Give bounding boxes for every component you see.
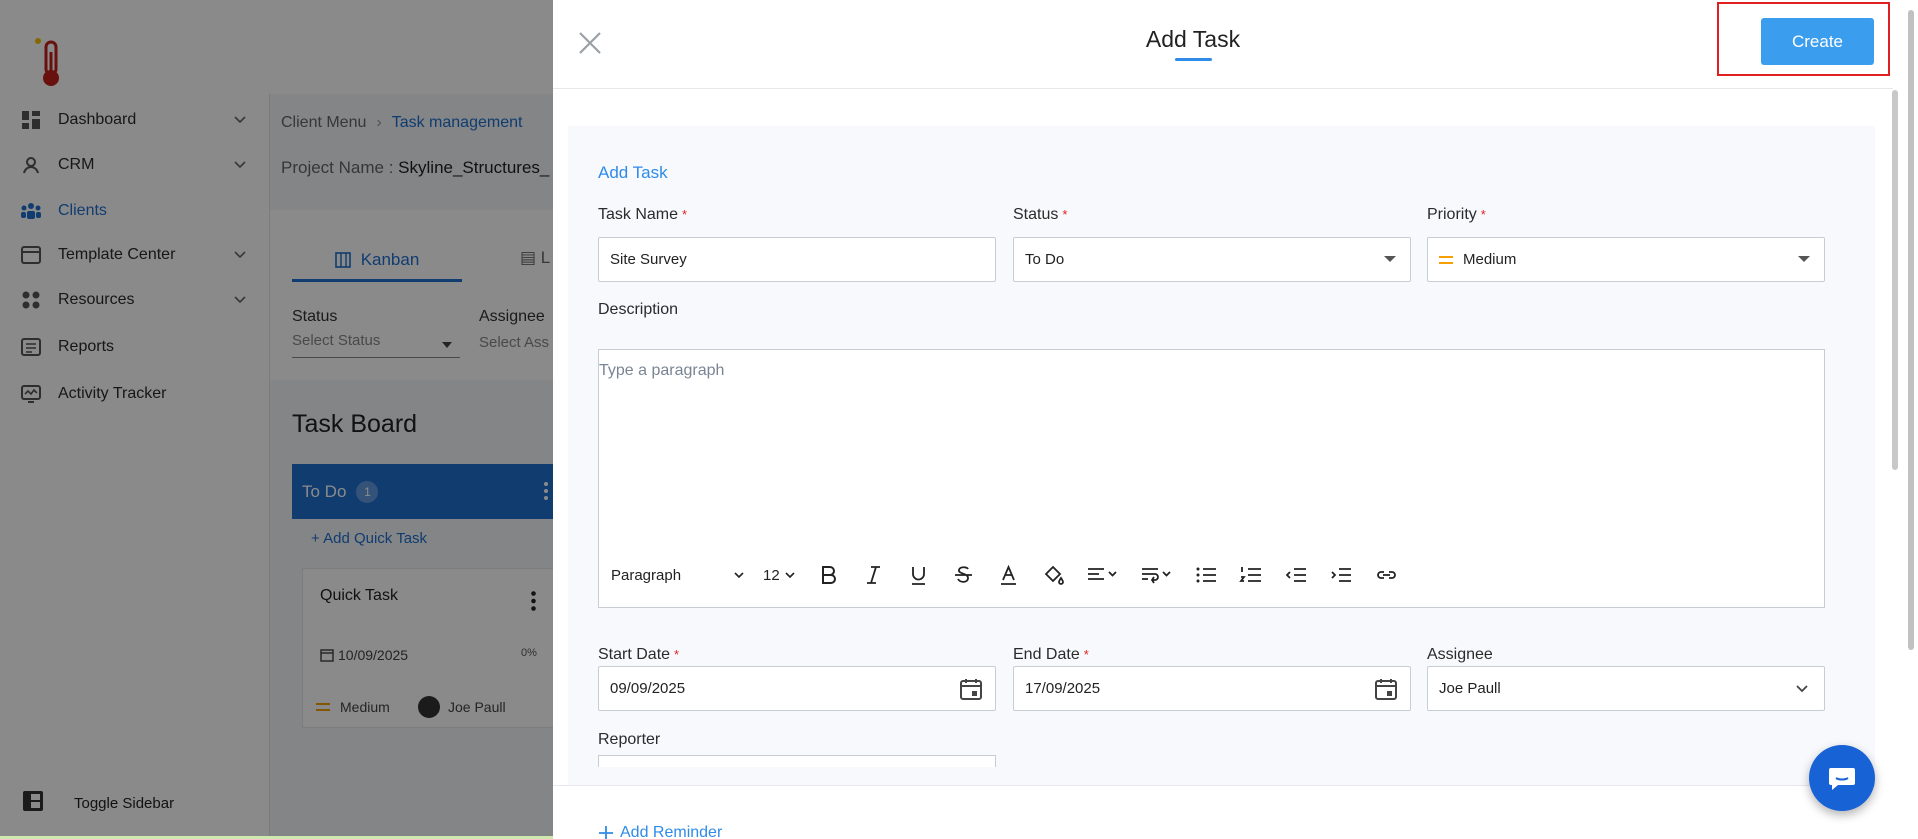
title-underline <box>1175 58 1212 61</box>
line-spacing-icon[interactable] <box>1140 564 1174 586</box>
chevron-down-icon <box>785 572 795 579</box>
font-size-label: 12 <box>763 566 780 584</box>
description-placeholder: Type a paragraph <box>599 362 725 379</box>
strikethrough-icon[interactable] <box>951 564 976 586</box>
description-editor[interactable]: Type a paragraph Paragraph 12 <box>598 349 1825 608</box>
description-label: Description <box>598 301 679 318</box>
underline-icon[interactable] <box>906 564 931 586</box>
required-asterisk: * <box>682 207 688 222</box>
highlight-color-icon[interactable] <box>1041 564 1066 586</box>
align-icon[interactable] <box>1086 564 1120 586</box>
paragraph-style-label: Paragraph <box>611 566 682 584</box>
footer-divider <box>553 785 1875 786</box>
paragraph-style-dropdown[interactable]: Paragraph <box>611 567 745 584</box>
reporter-label: Reporter <box>598 731 661 748</box>
required-asterisk: * <box>1480 207 1486 222</box>
editor-toolbar: Paragraph 12 <box>611 562 1419 588</box>
add-reminder-link[interactable]: Add Reminder <box>598 824 722 839</box>
modal-backdrop[interactable] <box>0 0 560 839</box>
numbered-list-icon[interactable] <box>1238 564 1264 586</box>
bullet-list-icon[interactable] <box>1194 564 1219 586</box>
task-name-label-text: Task Name <box>598 206 679 223</box>
italic-icon[interactable] <box>861 564 886 586</box>
assignee-value: Joe Paull <box>1439 680 1501 697</box>
add-reminder-label: Add Reminder <box>620 824 723 839</box>
bold-icon[interactable] <box>816 564 841 586</box>
priority-value: Medium <box>1463 251 1517 268</box>
start-date-value: 09/09/2025 <box>610 680 686 697</box>
form-scrollbar[interactable] <box>1892 90 1898 470</box>
status-label-text: Status <box>1013 206 1059 223</box>
drawer-header: Add Task Create <box>553 0 1893 89</box>
chat-button[interactable] <box>1809 745 1875 811</box>
status-select[interactable]: To Do <box>1013 237 1411 282</box>
start-date-label-text: Start Date <box>598 646 671 663</box>
caret-down-icon <box>1798 256 1810 262</box>
indent-icon[interactable] <box>1329 564 1354 586</box>
scrollbar-thumb[interactable] <box>1908 10 1914 650</box>
priority-label-text: Priority <box>1427 206 1477 223</box>
reporter-select[interactable] <box>598 755 996 767</box>
link-icon[interactable] <box>1374 564 1399 586</box>
end-date-label: End Date * <box>1013 646 1089 664</box>
task-name-value: Site Survey <box>610 251 687 268</box>
start-date-label: Start Date * <box>598 646 679 664</box>
add-task-drawer: Add Task Create Add Task Task Name * Site… <box>553 0 1918 839</box>
assignee-label: Assignee <box>1427 646 1493 663</box>
end-date-value: 17/09/2025 <box>1025 680 1101 697</box>
drawer-title: Add Task <box>1145 26 1241 52</box>
font-size-dropdown[interactable]: 12 <box>763 567 796 584</box>
caret-down-icon <box>1384 256 1396 262</box>
calendar-icon[interactable] <box>959 677 983 701</box>
chevron-down-icon <box>734 572 744 579</box>
calendar-icon[interactable] <box>1374 677 1398 701</box>
priority-select[interactable]: Medium <box>1427 237 1825 282</box>
status-value: To Do <box>1025 251 1065 268</box>
priority-label: Priority * <box>1427 206 1486 224</box>
section-title: Add Task <box>598 163 668 182</box>
create-button[interactable]: Create <box>1761 18 1874 65</box>
end-date-input[interactable]: 17/09/2025 <box>1013 666 1411 711</box>
required-asterisk: * <box>1083 647 1089 662</box>
plus-icon <box>599 826 613 839</box>
chat-icon <box>1829 768 1855 790</box>
status-label: Status * <box>1013 206 1067 224</box>
required-asterisk: * <box>1062 207 1068 222</box>
outdent-icon[interactable] <box>1284 564 1309 586</box>
chevron-down-icon <box>1796 685 1808 693</box>
priority-medium-icon <box>1439 255 1453 264</box>
task-name-input[interactable]: Site Survey <box>598 237 996 282</box>
end-date-label-text: End Date <box>1013 646 1080 663</box>
text-color-icon[interactable] <box>996 564 1021 586</box>
assignee-select[interactable]: Joe Paull <box>1427 666 1825 711</box>
start-date-input[interactable]: 09/09/2025 <box>598 666 996 711</box>
required-asterisk: * <box>674 647 680 662</box>
task-name-label: Task Name * <box>598 206 687 224</box>
